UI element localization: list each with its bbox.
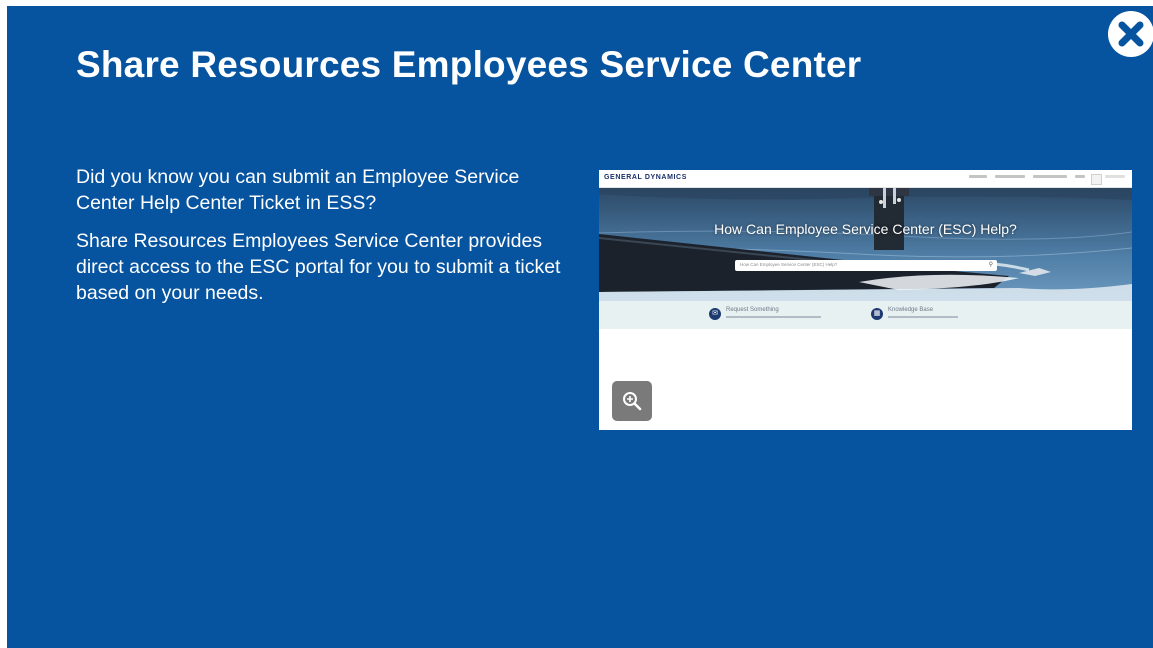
close-icon bbox=[1118, 21, 1144, 47]
zoom-button[interactable] bbox=[612, 381, 652, 421]
preview-link-label: Knowledge Base bbox=[888, 307, 934, 313]
preview-quick-links: ✉ Request Something ▦ Knowledge Base bbox=[599, 301, 1132, 329]
preview-logo: GENERAL DYNAMICS bbox=[604, 174, 687, 181]
preview-link-label: Request Something bbox=[726, 307, 779, 313]
body-paragraph: Share Resources Employees Service Center… bbox=[76, 230, 561, 304]
slide-body: Did you know you can submit an Employee … bbox=[76, 164, 566, 318]
body-paragraph: Did you know you can submit an Employee … bbox=[76, 166, 520, 214]
slide-panel: Share Resources Employees Service Center… bbox=[7, 6, 1153, 648]
esc-portal-screenshot: GENERAL DYNAMICS How Can Employee Servic… bbox=[599, 170, 1132, 430]
preview-search-placeholder: How Can Employee Service Center (ESC) He… bbox=[740, 262, 838, 267]
preview-nav-item bbox=[969, 175, 987, 178]
preview-link-description bbox=[888, 316, 958, 318]
preview-nav-item bbox=[1105, 175, 1125, 178]
preview-nav-bar: GENERAL DYNAMICS bbox=[599, 170, 1132, 188]
request-icon: ✉ bbox=[709, 308, 721, 320]
close-button[interactable] bbox=[1108, 11, 1153, 57]
slide-title: Share Resources Employees Service Center bbox=[76, 44, 862, 85]
knowledge-icon: ▦ bbox=[871, 308, 883, 320]
submarine-photo bbox=[599, 188, 1132, 301]
preview-nav-item bbox=[995, 175, 1025, 178]
preview-nav-item bbox=[1033, 175, 1067, 178]
preview-avatar bbox=[1091, 174, 1102, 185]
preview-search-box: How Can Employee Service Center (ESC) He… bbox=[735, 260, 997, 271]
search-icon: ⚲ bbox=[988, 262, 993, 268]
preview-hero-title: How Can Employee Service Center (ESC) He… bbox=[714, 221, 1017, 237]
preview-link-description bbox=[726, 316, 821, 318]
preview-nav-item bbox=[1075, 175, 1085, 178]
preview-hero: How Can Employee Service Center (ESC) He… bbox=[599, 188, 1132, 301]
zoom-in-icon bbox=[623, 392, 642, 411]
